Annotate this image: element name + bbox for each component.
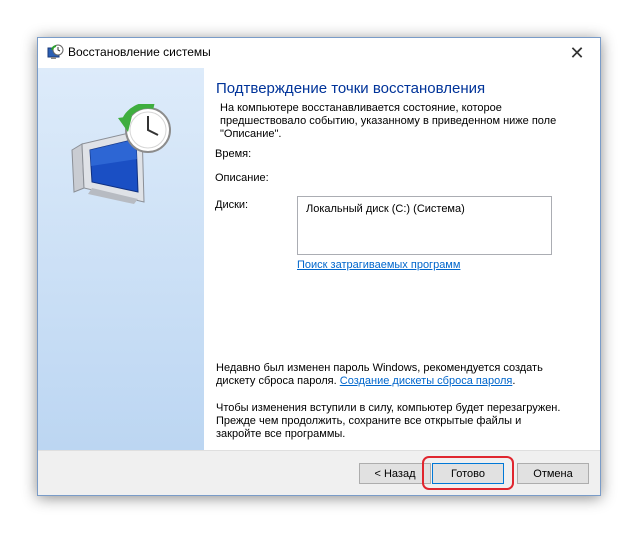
description-label: Описание: [215, 172, 269, 184]
close-icon: ✕ [569, 42, 585, 63]
disks-label: Диски: [215, 199, 249, 211]
title-bar[interactable]: Восстановление системы ✕ [38, 38, 600, 68]
side-banner [38, 68, 204, 450]
list-item[interactable]: Локальный диск (C:) (Система) [306, 203, 465, 215]
password-notice: Недавно был изменен пароль Windows, реко… [216, 362, 543, 387]
window-title: Восстановление системы [68, 45, 211, 59]
close-button[interactable]: ✕ [554, 38, 600, 68]
system-restore-icon [46, 44, 64, 62]
time-label: Время: [215, 148, 252, 160]
system-restore-window: Восстановление системы ✕ Подтверждение т… [37, 37, 601, 496]
finish-button[interactable]: Готово [432, 463, 504, 484]
cancel-button[interactable]: Отмена [517, 463, 589, 484]
page-title: Подтверждение точки восстановления [216, 80, 486, 97]
button-bar: < Назад Готово Отмена [38, 450, 600, 495]
content-area: Подтверждение точки восстановления На ко… [204, 68, 600, 450]
reboot-notice: Чтобы изменения вступили в силу, компьют… [216, 402, 561, 440]
intro-text: На компьютере восстанавливается состояни… [220, 102, 557, 140]
disks-list[interactable]: Локальный диск (C:) (Система) [297, 196, 552, 255]
back-button[interactable]: < Назад [359, 463, 431, 484]
find-affected-programs-link[interactable]: Поиск затрагиваемых программ [297, 259, 460, 271]
restore-computer-clock-icon [71, 104, 171, 204]
create-password-reset-disk-link[interactable]: Создание дискеты сброса пароля [340, 375, 513, 387]
